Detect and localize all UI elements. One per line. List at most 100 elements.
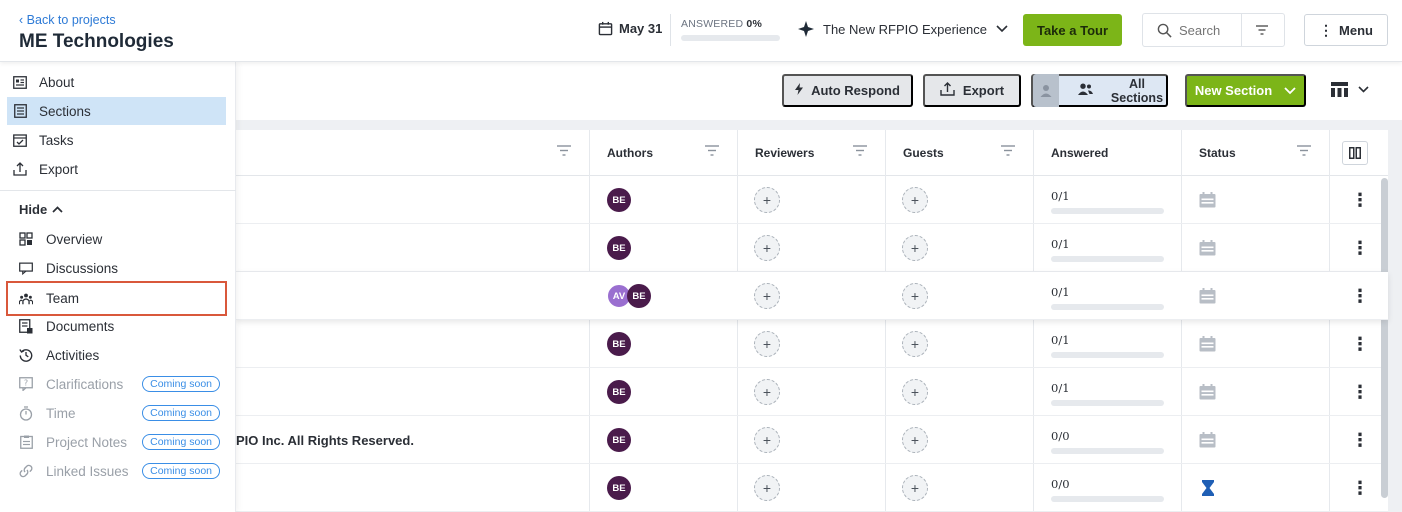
sidebar-item-tasks[interactable]: Tasks bbox=[7, 126, 226, 154]
calendar-icon[interactable] bbox=[1199, 336, 1216, 352]
avatar[interactable]: BE bbox=[607, 236, 631, 260]
table-row[interactable]: BE + + 0/1 ⋮ bbox=[236, 320, 1388, 368]
guests-cell: + bbox=[902, 416, 928, 464]
add-reviewer-button[interactable]: + bbox=[754, 235, 780, 261]
calendar-icon[interactable] bbox=[1199, 432, 1216, 448]
sidebar-item-activities[interactable]: Activities bbox=[7, 341, 226, 369]
row-actions[interactable]: ⋮ bbox=[1351, 464, 1369, 512]
calendar-icon[interactable] bbox=[1199, 192, 1216, 208]
more-vertical-icon[interactable]: ⋮ bbox=[1351, 335, 1369, 353]
avatar[interactable]: BE bbox=[607, 428, 631, 452]
sidebar-item-sections[interactable]: Sections bbox=[7, 97, 226, 125]
avatar[interactable]: BE bbox=[607, 476, 631, 500]
sidebar-item-discussions[interactable]: Discussions bbox=[7, 254, 226, 282]
filter-icon[interactable] bbox=[1297, 145, 1311, 159]
table-row[interactable]: BE + + 0/0 ⋮ bbox=[236, 464, 1388, 512]
more-vertical-icon[interactable]: ⋮ bbox=[1351, 479, 1369, 497]
search-box[interactable] bbox=[1142, 13, 1285, 47]
table-row[interactable]: BE + + 0/1 ⋮ bbox=[236, 368, 1388, 416]
table-row[interactable]: AV BE + + 0/1 ⋮ bbox=[236, 272, 1388, 320]
sidebar-item-overview[interactable]: Overview bbox=[7, 225, 226, 253]
answered-count: 0/1 bbox=[1051, 380, 1070, 395]
auto-respond-button[interactable]: Auto Respond bbox=[782, 74, 913, 107]
hide-toggle[interactable]: Hide bbox=[19, 202, 63, 217]
filter-icon[interactable] bbox=[705, 145, 719, 159]
sidebar-item-label: Tasks bbox=[39, 132, 74, 148]
sidebar-item-linked-issues: Linked Issues Coming soon bbox=[7, 457, 226, 485]
section-name-cell[interactable]: PIO Inc. All Rights Reserved. bbox=[236, 416, 414, 464]
row-actions[interactable]: ⋮ bbox=[1351, 272, 1369, 320]
table-scrollbar[interactable] bbox=[1381, 178, 1388, 498]
add-reviewer-button[interactable]: + bbox=[754, 427, 780, 453]
add-guest-button[interactable]: + bbox=[902, 331, 928, 357]
layout-switcher[interactable] bbox=[1331, 82, 1369, 97]
calendar-icon[interactable] bbox=[1199, 384, 1216, 400]
add-reviewer-button[interactable]: + bbox=[754, 283, 780, 309]
sidebar-item-team[interactable]: Team bbox=[6, 281, 227, 316]
answered-count: 0/1 bbox=[1051, 188, 1070, 203]
add-guest-button[interactable]: + bbox=[902, 187, 928, 213]
table-row[interactable]: BE + + 0/1 ⋮ bbox=[236, 224, 1388, 272]
filter-icon[interactable] bbox=[557, 145, 571, 159]
row-actions[interactable]: ⋮ bbox=[1351, 368, 1369, 416]
filter-icon[interactable] bbox=[1242, 24, 1281, 36]
filter-icon[interactable] bbox=[1001, 145, 1015, 159]
column-label: Answered bbox=[1051, 146, 1109, 160]
more-vertical-icon[interactable]: ⋮ bbox=[1351, 191, 1369, 209]
due-date[interactable]: May 31 bbox=[598, 21, 662, 36]
calendar-icon[interactable] bbox=[1199, 288, 1216, 304]
column-settings-button[interactable] bbox=[1342, 141, 1368, 165]
filter-icon[interactable] bbox=[853, 145, 867, 159]
column-label: Guests bbox=[903, 146, 944, 160]
hourglass-icon[interactable] bbox=[1202, 480, 1214, 496]
new-section-button[interactable]: New Section bbox=[1185, 74, 1306, 107]
take-a-tour-button[interactable]: Take a Tour bbox=[1023, 14, 1122, 46]
add-reviewer-button[interactable]: + bbox=[754, 187, 780, 213]
sidebar-item-export[interactable]: Export bbox=[7, 155, 226, 183]
answered-cell: 0/0 bbox=[1051, 416, 1164, 464]
add-guest-button[interactable]: + bbox=[902, 427, 928, 453]
column-header-guests: Guests bbox=[885, 130, 1033, 176]
avatar[interactable]: BE bbox=[607, 332, 631, 356]
more-vertical-icon[interactable]: ⋮ bbox=[1351, 239, 1369, 257]
more-vertical-icon[interactable]: ⋮ bbox=[1351, 287, 1369, 305]
guests-cell: + bbox=[902, 224, 928, 272]
chevron-down-icon bbox=[1284, 86, 1296, 94]
more-vertical-icon[interactable]: ⋮ bbox=[1351, 383, 1369, 401]
all-sections-button[interactable]: All Sections bbox=[1031, 74, 1168, 107]
add-reviewer-button[interactable]: + bbox=[754, 379, 780, 405]
sidebar-item-label: Activities bbox=[46, 347, 100, 363]
table-row[interactable]: BE + + 0/1 ⋮ bbox=[236, 176, 1388, 224]
avatar[interactable]: BE bbox=[627, 284, 651, 308]
add-guest-button[interactable]: + bbox=[902, 475, 928, 501]
search-input[interactable] bbox=[1179, 22, 1241, 38]
back-to-projects-link[interactable]: ‹ Back to projects bbox=[19, 13, 116, 27]
export-button[interactable]: Export bbox=[923, 74, 1021, 107]
table-row[interactable]: PIO Inc. All Rights Reserved. BE + + 0/0… bbox=[236, 416, 1388, 464]
sidebar-item-documents[interactable]: Documents bbox=[7, 312, 226, 340]
calendar-icon[interactable] bbox=[1199, 240, 1216, 256]
row-actions[interactable]: ⋮ bbox=[1351, 224, 1369, 272]
answered-count: 0/0 bbox=[1051, 428, 1070, 443]
status-cell bbox=[1199, 272, 1216, 320]
sidebar-item-label: Documents bbox=[46, 318, 115, 334]
experience-dropdown[interactable]: The New RFPIO Experience bbox=[798, 21, 1008, 37]
answered-cell: 0/1 bbox=[1051, 272, 1164, 320]
add-reviewer-button[interactable]: + bbox=[754, 475, 780, 501]
avatar[interactable]: BE bbox=[607, 188, 631, 212]
due-date-label: May 31 bbox=[619, 21, 663, 36]
add-guest-button[interactable]: + bbox=[902, 379, 928, 405]
row-actions[interactable]: ⋮ bbox=[1351, 320, 1369, 368]
add-reviewer-button[interactable]: + bbox=[754, 331, 780, 357]
answered-count: 0/1 bbox=[1051, 284, 1070, 299]
add-guest-button[interactable]: + bbox=[902, 283, 928, 309]
add-guest-button[interactable]: + bbox=[902, 235, 928, 261]
menu-button[interactable]: ⋮ Menu bbox=[1304, 14, 1388, 46]
row-actions[interactable]: ⋮ bbox=[1351, 416, 1369, 464]
sidebar-item-about[interactable]: About bbox=[7, 68, 226, 96]
avatar[interactable]: BE bbox=[607, 380, 631, 404]
row-actions[interactable]: ⋮ bbox=[1351, 176, 1369, 224]
sidebar-item-label: Time bbox=[46, 405, 76, 421]
calendar-icon bbox=[598, 21, 613, 36]
more-vertical-icon[interactable]: ⋮ bbox=[1351, 431, 1369, 449]
